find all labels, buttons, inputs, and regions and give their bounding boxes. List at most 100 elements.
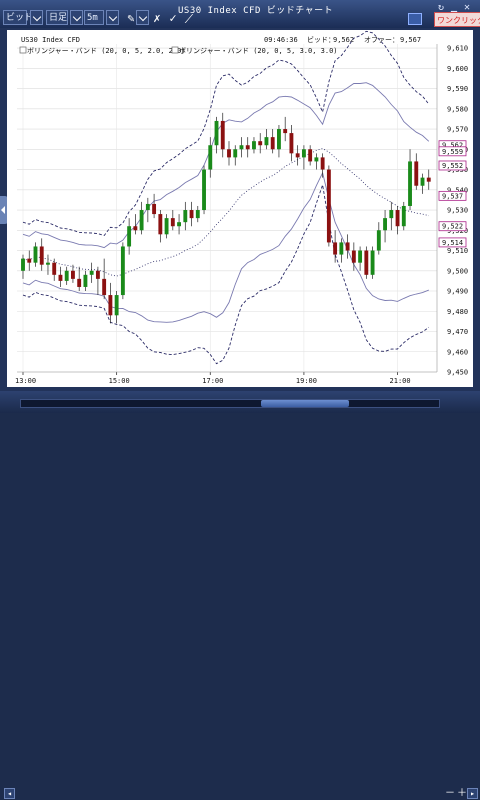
- candle-body: [376, 230, 381, 251]
- candle-body: [208, 145, 213, 170]
- candle-body: [183, 210, 188, 223]
- scroll-right-button[interactable]: ▸: [467, 788, 478, 799]
- horizontal-scrollbar[interactable]: [20, 399, 440, 408]
- candle-body: [21, 258, 25, 271]
- x-tick-label: 15:00: [109, 377, 130, 385]
- candle-body: [170, 218, 175, 227]
- candle-body: [383, 218, 387, 231]
- candle-body: [245, 145, 250, 150]
- chevron-down-icon[interactable]: [30, 10, 43, 25]
- candle-body: [64, 270, 69, 281]
- candle-body: [177, 222, 181, 227]
- scroll-left-button[interactable]: ◂: [4, 788, 15, 799]
- candle-body: [270, 137, 275, 150]
- y-tick-label: 9,490: [447, 288, 468, 296]
- candle-body: [264, 137, 269, 146]
- pin-icon[interactable]: ✗: [150, 11, 164, 25]
- candle-body: [408, 161, 412, 206]
- candle-body: [277, 129, 281, 150]
- y-tick-label: 9,460: [447, 348, 468, 356]
- y-tick-label: 9,580: [447, 105, 468, 113]
- candle-body: [414, 161, 419, 186]
- legend-bb1[interactable]: ボリンジャー・バンド (20, 0, 5, 2.0, 2.0): [27, 47, 186, 55]
- x-tick-label: 19:00: [296, 377, 317, 385]
- price-tag-label: 9,552: [442, 162, 463, 170]
- candle-body: [33, 246, 38, 263]
- chevron-down-icon[interactable]: [70, 10, 83, 25]
- candle-body: [389, 210, 394, 219]
- candle-body: [289, 133, 294, 154]
- candle-body: [220, 120, 225, 150]
- candle-body: [71, 270, 75, 279]
- y-tick-label: 9,600: [447, 65, 468, 73]
- candle-body: [370, 250, 375, 275]
- chevron-down-icon[interactable]: [106, 10, 119, 25]
- price-chart[interactable]: US30 Index CFD 09:46:36 ビッド： 9,562 オファー：…: [7, 30, 473, 387]
- candle-body: [52, 262, 57, 275]
- price-tag-label: 9,522: [442, 223, 463, 231]
- candle-body: [214, 120, 219, 146]
- candle-body: [27, 258, 32, 263]
- candle-body: [127, 226, 132, 247]
- candle-body: [102, 278, 107, 296]
- x-tick-label: 21:00: [390, 377, 411, 385]
- chart-area[interactable]: US30 Index CFD 09:46:36 ビッド： 9,562 オファー：…: [7, 30, 473, 387]
- x-tick-label: 13:00: [15, 377, 36, 385]
- y-tick-label: 9,510: [447, 247, 468, 255]
- legend-bb2[interactable]: ボリンジャー・バンド (20, 0, 5, 3.0, 3.0): [179, 47, 338, 55]
- title-bar: ビッド 日足 5m ✎ ✗ ✓ ⟋ US30 Index CFD ビッドチャート…: [0, 0, 480, 28]
- y-tick-label: 9,590: [447, 85, 468, 93]
- chart-type-label: 日足: [49, 13, 68, 23]
- price-type-label: ビッド: [6, 13, 34, 23]
- price-tag-label: 9,559: [442, 148, 463, 156]
- candle-body: [120, 246, 125, 296]
- candle-body: [227, 149, 231, 158]
- price-tag-label: 9,514: [442, 239, 463, 247]
- one-click-badge[interactable]: ワンクリック: [434, 12, 480, 27]
- candle-body: [83, 274, 88, 287]
- candle-body: [301, 149, 306, 158]
- candle-body: [89, 270, 94, 275]
- candle-body: [364, 250, 369, 275]
- y-tick-label: 9,530: [447, 207, 468, 215]
- chevron-down-icon[interactable]: [136, 10, 149, 25]
- timeframe-label: 5m: [87, 13, 98, 23]
- x-tick-label: 17:00: [202, 377, 223, 385]
- window-layout-icon[interactable]: [408, 13, 422, 25]
- candle-body: [239, 145, 244, 150]
- candle-body: [202, 169, 206, 211]
- candle-body: [189, 210, 194, 219]
- instrument-label: US30 Index CFD: [21, 36, 80, 44]
- legend-close-icon[interactable]: [19, 46, 27, 54]
- candle-body: [152, 203, 157, 215]
- candle-body: [333, 242, 338, 255]
- candle-body: [308, 149, 313, 162]
- candle-body: [46, 262, 50, 265]
- offer-label: オファー：: [364, 36, 399, 44]
- candle-body: [401, 205, 406, 227]
- candle-body: [58, 274, 63, 281]
- candle-body: [420, 177, 425, 186]
- candle-body: [145, 203, 150, 211]
- candle-body: [351, 250, 356, 263]
- candle-body: [164, 218, 169, 235]
- legend-close-icon[interactable]: [171, 46, 179, 54]
- price-tag-label: 9,537: [442, 192, 463, 200]
- y-tick-label: 9,480: [447, 308, 468, 316]
- candle-body: [426, 177, 431, 182]
- candle-body: [233, 149, 238, 158]
- window-title: US30 Index CFD ビッドチャート: [178, 6, 334, 16]
- offer-value: 9,567: [400, 36, 421, 44]
- candle-body: [345, 242, 350, 251]
- price-type-dropdown[interactable]: ビッド: [3, 10, 33, 25]
- scrollbar-thumb[interactable]: [261, 400, 349, 407]
- candle-body: [320, 157, 325, 170]
- candle-body: [295, 153, 300, 158]
- candle-body: [139, 210, 144, 231]
- candle-body: [283, 129, 288, 134]
- candle-body: [77, 278, 82, 287]
- zoom-out-icon[interactable]: －: [444, 788, 456, 800]
- timeframe-dropdown[interactable]: 5m: [84, 10, 104, 25]
- chart-type-dropdown[interactable]: 日足: [46, 10, 68, 25]
- candle-body: [95, 270, 100, 279]
